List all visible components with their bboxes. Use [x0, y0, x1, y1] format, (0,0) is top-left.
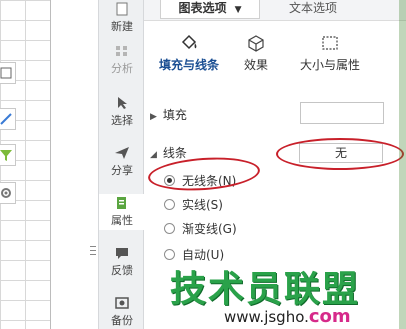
share-icon [115, 147, 129, 159]
annotation-oval-line-dropdown [276, 138, 404, 170]
subtab-effects[interactable]: 效果 [236, 34, 276, 73]
radio-button[interactable] [164, 248, 175, 260]
chart-style-button[interactable] [0, 108, 16, 130]
chart-settings-button[interactable] [0, 182, 16, 204]
vertical-toolbar: 新建 分析 选择 分享 属性 反馈 备份 [98, 0, 145, 329]
subtab-label: 大小与属性 [299, 58, 360, 72]
toolbar-item-analysis[interactable]: 分析 [99, 44, 145, 76]
analysis-icon [116, 46, 127, 56]
toolbar-item-new[interactable]: 新建 [99, 2, 145, 34]
new-icon [116, 2, 128, 16]
toolbar-item-label: 属性 [111, 214, 133, 227]
toolbar-item-share[interactable]: 分享 [99, 146, 145, 178]
tab-text-options[interactable]: 文本选项 [268, 0, 358, 18]
subtab-size-and-properties[interactable]: 大小与属性 [290, 34, 370, 73]
radio-solid-line[interactable]: 实线(S) [164, 196, 223, 212]
toolbar-item-backup[interactable]: 备份 [99, 296, 145, 328]
chart-elements-button[interactable] [0, 62, 16, 84]
chart-filter-button[interactable] [0, 144, 16, 166]
fill-label: 填充 [162, 108, 187, 122]
feedback-icon [116, 248, 128, 259]
brush-icon [0, 113, 12, 125]
toolbar-item-label: 分析 [111, 62, 133, 75]
subtab-fill-and-line[interactable]: 填充与线条 [152, 34, 226, 73]
chevron-down-icon[interactable]: ▼ [235, 5, 242, 15]
sheet-edge [50, 0, 51, 329]
radio-button[interactable] [164, 198, 175, 210]
spreadsheet-area[interactable] [0, 0, 98, 329]
toolbar-item-select[interactable]: 选择 [99, 96, 145, 128]
tab-chart-options[interactable]: 图表选项 ▼ [160, 0, 260, 19]
radio-gradient-line[interactable]: 渐变线(G) [164, 220, 237, 236]
cube-icon [248, 35, 264, 52]
toolbar-item-label: 反馈 [111, 264, 133, 277]
fill-dropdown[interactable] [300, 102, 384, 124]
watermark-url: www.jsgho.com [224, 306, 351, 327]
radio-button[interactable] [164, 222, 175, 234]
watermark-url-prefix: www.jsgho. [224, 308, 309, 326]
toolbar-item-label: 选择 [111, 114, 133, 127]
tab-label: 文本选项 [288, 1, 337, 15]
subtab-label: 效果 [243, 58, 268, 72]
toolbar-item-properties[interactable]: 属性 [99, 194, 145, 230]
pane-resize-grip[interactable] [90, 244, 96, 258]
radio-label: 实线(S) [182, 197, 223, 212]
chart-elements-icon [0, 67, 12, 79]
select-icon [118, 97, 127, 109]
toolbar-item-feedback[interactable]: 反馈 [99, 246, 145, 278]
toolbar-item-label: 备份 [111, 314, 133, 327]
backup-icon [115, 297, 129, 309]
properties-icon [117, 197, 126, 209]
watermark-url-suffix: com [308, 306, 351, 327]
filter-icon [0, 150, 12, 161]
line-label: 线条 [162, 146, 187, 160]
tab-label: 图表选项 [178, 1, 227, 15]
line-section-header[interactable]: ◢ 线条 [150, 144, 187, 161]
toolbar-item-label: 分享 [111, 164, 133, 177]
gear-icon [1, 188, 11, 198]
collapse-triangle-icon: ◢ [150, 150, 157, 160]
watermark-title: 技术员联盟 [170, 269, 361, 310]
subtab-label: 填充与线条 [158, 58, 219, 72]
paint-bucket-icon [181, 34, 197, 50]
toolbar-item-label: 新建 [111, 20, 133, 33]
window-edge [399, 0, 406, 329]
fill-section-header[interactable]: ▶ 填充 [150, 106, 187, 123]
size-icon [322, 36, 338, 50]
pane-tabs: 图表选项 ▼ 文本选项 [144, 0, 406, 21]
radio-label: 渐变线(G) [182, 221, 237, 236]
expand-triangle-icon: ▶ [150, 112, 157, 122]
